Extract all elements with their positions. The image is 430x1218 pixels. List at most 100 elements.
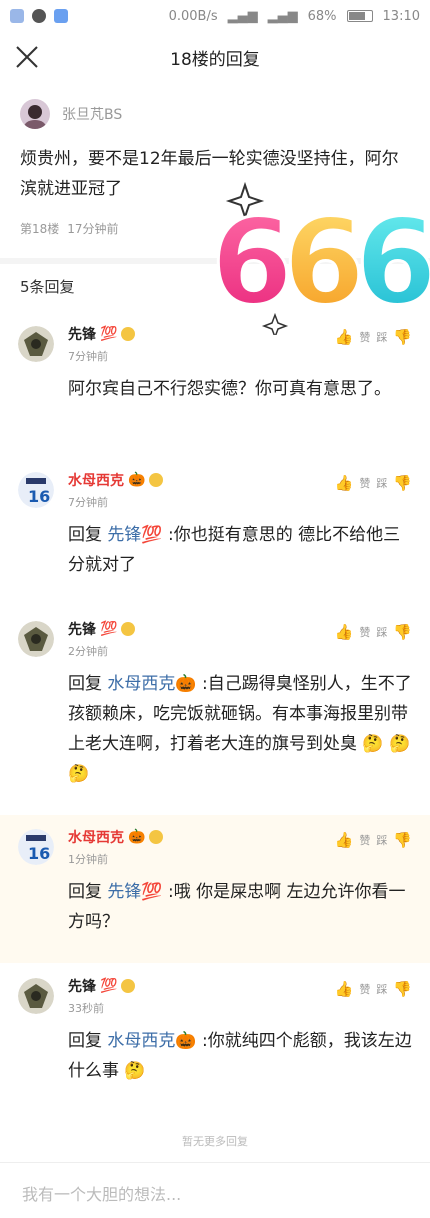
clock: 13:10 xyxy=(382,8,420,24)
svg-text:16: 16 xyxy=(28,844,50,863)
post-floor: 第18楼 xyxy=(20,222,60,236)
mention-link[interactable]: 水母西克🎃 xyxy=(107,674,196,694)
reply-prefix: 回复 xyxy=(68,1031,108,1051)
mention-link[interactable]: 先锋💯 xyxy=(107,525,162,545)
comment-bar: 我有一个大胆的想法... xyxy=(0,1162,430,1218)
sticker-digit: 6 xyxy=(283,193,365,331)
reply-username[interactable]: 先锋 💯 xyxy=(68,324,136,344)
reply-text: 阿尔宾自己不行怨实德？你可真有意思了。 xyxy=(68,374,412,404)
mention-link[interactable]: 水母西克🎃 xyxy=(107,1031,196,1051)
avatar[interactable]: 16 xyxy=(18,472,54,508)
battery-percent: 68% xyxy=(307,8,337,24)
avatar[interactable] xyxy=(18,978,54,1014)
reply-text: 回复 先锋💯 :你也挺有意思的 德比不给他三分就对了 xyxy=(68,520,412,580)
shield-icon xyxy=(54,9,68,23)
mention-link[interactable]: 先锋💯 xyxy=(107,882,162,902)
reply-item: 16 水母西克 🎃 7分钟前 👍 赞踩 👎 回复 先锋💯 :你也挺有意思的 德比不给他三分就对… xyxy=(0,458,430,603)
reply-prefix: 回复 xyxy=(68,882,108,902)
name-badge-icon: 💯 xyxy=(100,326,118,342)
comment-input[interactable]: 我有一个大胆的想法... xyxy=(22,1181,181,1205)
reply-actions: 👍 赞踩 👎 xyxy=(335,474,412,492)
name-badge-icon: 💯 xyxy=(100,978,118,994)
thumbs-down-icon[interactable]: 👎 xyxy=(393,831,412,849)
thumbs-down-icon[interactable]: 👎 xyxy=(393,980,412,998)
name-badge-icon: 🎃 xyxy=(128,829,146,845)
network-speed: 0.00B/s xyxy=(168,8,218,24)
reply-text: 回复 先锋💯 :哦 你是屎忠啊 左边允许你看一方吗？ xyxy=(68,877,412,937)
dislike-label[interactable]: 踩 xyxy=(376,981,387,997)
reply-actions: 👍 赞踩 👎 xyxy=(335,980,412,998)
avatar[interactable] xyxy=(18,326,54,362)
like-label[interactable]: 赞 xyxy=(359,981,370,997)
reply-time: 7分钟前 xyxy=(68,496,108,509)
reply-actions: 👍 赞踩 👎 xyxy=(335,328,412,346)
avatar[interactable] xyxy=(18,621,54,657)
reply-time: 1分钟前 xyxy=(68,853,108,866)
reply-username[interactable]: 水母西克 🎃 xyxy=(68,827,164,847)
reply-username[interactable]: 先锋 💯 xyxy=(68,619,136,639)
dislike-label[interactable]: 踩 xyxy=(376,624,387,640)
like-label[interactable]: 赞 xyxy=(359,329,370,345)
level-badge-icon xyxy=(121,622,136,636)
avatar[interactable] xyxy=(20,99,50,129)
thumbs-down-icon[interactable]: 👎 xyxy=(393,623,412,641)
dislike-label[interactable]: 踩 xyxy=(376,329,387,345)
thumbs-up-icon[interactable]: 👍 xyxy=(335,980,354,998)
level-badge-icon xyxy=(121,979,136,993)
reply-prefix: 回复 xyxy=(68,525,108,545)
reply-item: 先锋 💯 2分钟前 👍 赞踩 👎 回复 水母西克🎃 :自己踢得臭怪别人，生不了孩额赖床，吃完… xyxy=(0,607,430,812)
sticker-digit: 6 xyxy=(355,193,430,331)
like-label[interactable]: 赞 xyxy=(359,832,370,848)
page-title: 18楼的回复 xyxy=(170,49,260,70)
reply-actions: 👍 赞踩 👎 xyxy=(335,831,412,849)
dislike-label[interactable]: 踩 xyxy=(376,832,387,848)
signal-icon-2: ▂▄▆ xyxy=(267,8,298,24)
reply-item: 先锋 💯 7分钟前 👍 赞踩 👎 阿尔宾自己不行怨实德？你可真有意思了。 xyxy=(0,312,430,452)
status-bar: 0.00B/s ▂▄▆ ▂▄▆ 68% 13:10 xyxy=(0,0,430,32)
thumbs-up-icon[interactable]: 👍 xyxy=(335,328,354,346)
level-badge-icon xyxy=(121,327,136,341)
thumbs-up-icon[interactable]: 👍 xyxy=(335,831,354,849)
svg-text:16: 16 xyxy=(28,487,50,506)
reply-time: 7分钟前 xyxy=(68,350,108,363)
reply-name-text[interactable]: 先锋 xyxy=(68,976,96,996)
reply-name-text[interactable]: 先锋 xyxy=(68,619,96,639)
reply-time: 2分钟前 xyxy=(68,645,108,658)
like-label[interactable]: 赞 xyxy=(359,624,370,640)
thumbs-up-icon[interactable]: 👍 xyxy=(335,623,354,641)
reply-username[interactable]: 先锋 💯 xyxy=(68,976,136,996)
battery-icon xyxy=(346,10,373,22)
thinking-emoji-icon: 🤔 xyxy=(119,1061,146,1081)
reply-item: 先锋 💯 33秒前 👍 赞踩 👎 回复 水母西克🎃 :你就纯四个彪额，我该左边什么事 🤔 xyxy=(0,964,430,1124)
post-time: 17分钟前 xyxy=(67,222,119,236)
no-more-label: 暂无更多回复 xyxy=(182,1135,248,1148)
close-icon[interactable] xyxy=(14,44,40,70)
post-username[interactable]: 张旦芃BS xyxy=(62,104,122,124)
reply-content: 阿尔宾自己不行怨实德？你可真有意思了。 xyxy=(68,379,391,399)
reply-name-text[interactable]: 水母西克 xyxy=(68,827,124,847)
like-label[interactable]: 赞 xyxy=(359,475,370,491)
reply-actions: 👍 赞踩 👎 xyxy=(335,623,412,641)
sticker-digit: 6 xyxy=(211,193,293,331)
reply-time: 33秒前 xyxy=(68,1002,104,1015)
level-badge-icon xyxy=(149,830,164,844)
signal-icon: ▂▄▆ xyxy=(227,8,258,24)
reply-text: 回复 水母西克🎃 :你就纯四个彪额，我该左边什么事 🤔 xyxy=(68,1026,412,1086)
reply-username[interactable]: 水母西克 🎃 xyxy=(68,470,164,490)
thumbs-down-icon[interactable]: 👎 xyxy=(393,474,412,492)
qq-icon xyxy=(32,9,46,23)
reply-name-text[interactable]: 水母西克 xyxy=(68,470,124,490)
thumbs-down-icon[interactable]: 👎 xyxy=(393,328,412,346)
avatar[interactable]: 16 xyxy=(18,829,54,865)
name-badge-icon: 🎃 xyxy=(128,472,146,488)
gallery-icon xyxy=(10,9,24,23)
level-badge-icon xyxy=(149,473,164,487)
reply-item: 16 水母西克 🎃 1分钟前 👍 赞踩 👎 回复 先锋💯 :哦 你是屎忠啊 左边允许你看一方吗… xyxy=(0,815,430,963)
reply-text: 回复 水母西克🎃 :自己踢得臭怪别人，生不了孩额赖床，吃完饭就砸锅。有本事海报里… xyxy=(68,669,412,789)
reply-name-text[interactable]: 先锋 xyxy=(68,324,96,344)
reply-prefix: 回复 xyxy=(68,674,108,694)
sticker-666: 666 xyxy=(210,181,430,335)
name-badge-icon: 💯 xyxy=(100,621,118,637)
thumbs-up-icon[interactable]: 👍 xyxy=(335,474,354,492)
dislike-label[interactable]: 踩 xyxy=(376,475,387,491)
